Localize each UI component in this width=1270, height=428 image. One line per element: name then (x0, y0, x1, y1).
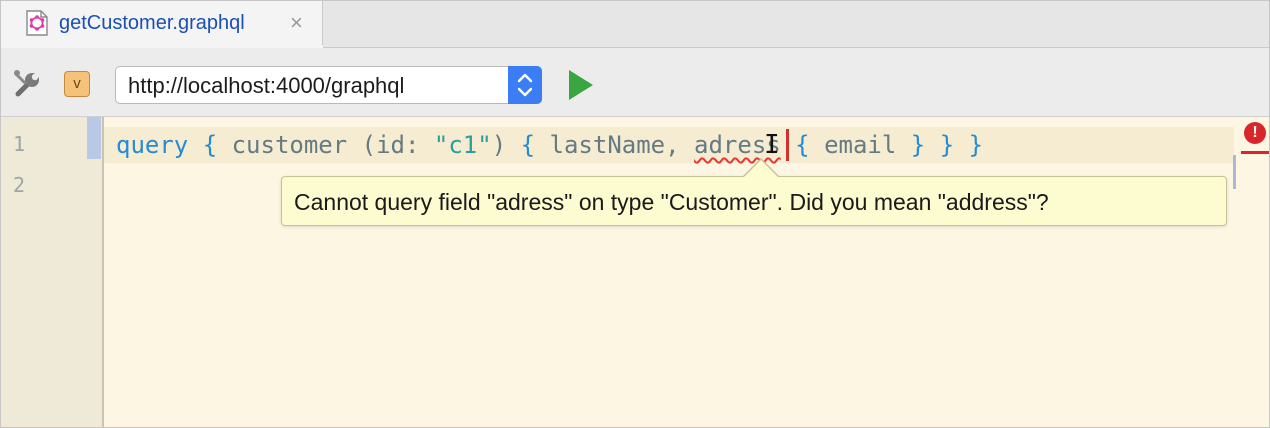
error-tooltip: Cannot query field "adress" on type "Cus… (281, 176, 1227, 226)
brace: { (202, 131, 218, 159)
keyword-query: query (116, 131, 189, 159)
error-message: Cannot query field "adress" on type "Cus… (294, 189, 1049, 215)
line-gutter: 1 2 (1, 117, 104, 427)
current-line-marker (87, 117, 101, 159)
argument-id: (id: (361, 131, 420, 159)
wrench-icon[interactable] (12, 68, 44, 100)
tooltip-arrow-fill (744, 160, 778, 177)
brace: } (910, 131, 926, 159)
code-line-1[interactable]: query { customer (id: "c1") { lastName, … (116, 127, 983, 163)
graphql-editor-window: getCustomer.graphql × v http://localhost… (0, 0, 1270, 428)
endpoint-url: http://localhost:4000/graphql (128, 73, 405, 98)
text-caret (786, 129, 789, 161)
field-customer: customer (231, 131, 348, 159)
line-number: 1 (13, 132, 26, 156)
field-lastname: lastName, (549, 131, 680, 159)
brace: { (520, 131, 536, 159)
scrollbar-thumb[interactable] (1233, 155, 1236, 189)
variables-badge[interactable]: v (64, 71, 90, 97)
close-icon[interactable]: × (290, 11, 303, 35)
brace: { (795, 131, 810, 159)
code-editor[interactable]: 1 2 query { customer (id: "c1") { lastNa… (1, 117, 1269, 427)
paren-close: ) (491, 131, 507, 159)
ibeam-cursor-icon: I (764, 130, 780, 160)
field-email: email (824, 131, 897, 159)
error-indicator-icon[interactable]: ! (1244, 122, 1266, 144)
tab-bar: getCustomer.graphql × (1, 1, 1269, 48)
tab-getcustomer[interactable]: getCustomer.graphql × (1, 1, 323, 48)
run-icon[interactable] (565, 68, 595, 102)
brace: } (968, 131, 984, 159)
line-number: 2 (13, 173, 26, 197)
endpoint-select[interactable]: http://localhost:4000/graphql (115, 66, 542, 104)
toolbar: v http://localhost:4000/graphql (1, 48, 1269, 117)
tab-label: getCustomer.graphql (59, 12, 245, 34)
stepper-arrows-icon[interactable] (508, 66, 542, 104)
error-stripe-mark[interactable] (1241, 151, 1269, 154)
string-literal: "c1" (433, 131, 492, 159)
brace: } (939, 131, 955, 159)
graphql-file-icon (26, 10, 48, 36)
